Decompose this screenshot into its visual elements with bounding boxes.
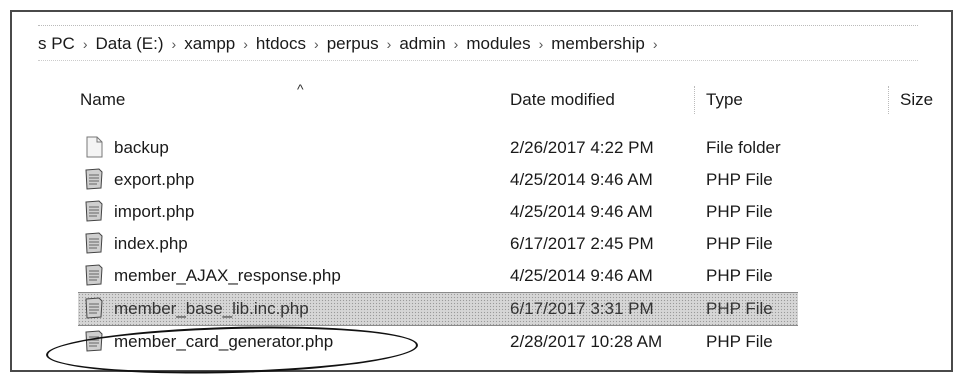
scan-dotted-line bbox=[38, 25, 918, 28]
breadcrumb-data-drive[interactable]: Data (E:) bbox=[96, 34, 164, 54]
breadcrumb-separator-icon[interactable]: › bbox=[170, 36, 179, 52]
breadcrumb-membership[interactable]: membership bbox=[551, 34, 645, 54]
file-type: PHP File bbox=[706, 299, 773, 318]
column-header-size[interactable]: Size bbox=[900, 90, 933, 110]
file-name: import.php bbox=[114, 202, 195, 221]
breadcrumb-separator-icon[interactable]: › bbox=[651, 36, 660, 52]
file-date: 4/25/2014 9:46 AM bbox=[510, 202, 653, 221]
file-type: PHP File bbox=[706, 202, 773, 221]
file-date: 6/17/2017 3:31 PM bbox=[510, 299, 654, 318]
breadcrumb-separator-icon[interactable]: › bbox=[385, 36, 394, 52]
php-file-icon bbox=[85, 168, 103, 190]
file-name: index.php bbox=[114, 234, 188, 253]
file-date: 2/28/2017 10:28 AM bbox=[510, 332, 663, 351]
file-type: File folder bbox=[706, 138, 781, 157]
column-header-type[interactable]: Type bbox=[706, 90, 743, 110]
file-name: member_AJAX_response.php bbox=[114, 266, 341, 285]
column-header-date-modified[interactable]: Date modified bbox=[510, 90, 615, 110]
php-file-icon bbox=[85, 200, 103, 222]
php-file-icon bbox=[85, 297, 103, 319]
file-type: PHP File bbox=[706, 266, 773, 285]
breadcrumb-separator-icon[interactable]: › bbox=[452, 36, 461, 52]
sort-ascending-icon: ^ bbox=[297, 81, 304, 97]
breadcrumb-htdocs[interactable]: htdocs bbox=[256, 34, 306, 54]
column-header-row: ^ Name Date modified Type Size bbox=[12, 81, 951, 118]
file-date: 4/25/2014 9:46 AM bbox=[510, 266, 653, 285]
breadcrumb-admin[interactable]: admin bbox=[399, 34, 445, 54]
file-row-index[interactable]: index.php 6/17/2017 2:45 PM PHP File bbox=[12, 228, 951, 260]
file-row-member-base-lib-selected[interactable]: member_base_lib.inc.php 6/17/2017 3:31 P… bbox=[78, 292, 798, 326]
file-name: backup bbox=[114, 138, 169, 157]
breadcrumb-separator-icon[interactable]: › bbox=[537, 36, 546, 52]
file-date: 2/26/2017 4:22 PM bbox=[510, 138, 654, 157]
blank-file-icon bbox=[86, 136, 103, 158]
file-type: PHP File bbox=[706, 332, 773, 351]
file-name: member_base_lib.inc.php bbox=[114, 299, 309, 318]
breadcrumb-this-pc[interactable]: s PC bbox=[38, 34, 75, 54]
file-row-member-ajax-response[interactable]: member_AJAX_response.php 4/25/2014 9:46 … bbox=[12, 260, 951, 292]
php-file-icon bbox=[85, 232, 103, 254]
breadcrumb-modules[interactable]: modules bbox=[466, 34, 530, 54]
file-type: PHP File bbox=[706, 234, 773, 253]
php-file-icon bbox=[85, 264, 103, 286]
column-header-name[interactable]: Name bbox=[80, 90, 125, 110]
column-divider[interactable] bbox=[694, 86, 696, 114]
file-date: 6/17/2017 2:45 PM bbox=[510, 234, 654, 253]
breadcrumb-separator-icon[interactable]: › bbox=[81, 36, 90, 52]
column-divider[interactable] bbox=[888, 86, 890, 114]
breadcrumb: s PC › Data (E:) › xampp › htdocs › perp… bbox=[38, 31, 659, 57]
file-date: 4/25/2014 9:46 AM bbox=[510, 170, 653, 189]
breadcrumb-perpus[interactable]: perpus bbox=[327, 34, 379, 54]
breadcrumb-xampp[interactable]: xampp bbox=[184, 34, 235, 54]
file-name: export.php bbox=[114, 170, 195, 189]
file-type: PHP File bbox=[706, 170, 773, 189]
file-row-backup[interactable]: backup 2/26/2017 4:22 PM File folder bbox=[12, 132, 951, 164]
breadcrumb-separator-icon[interactable]: › bbox=[241, 36, 250, 52]
file-row-export[interactable]: export.php 4/25/2014 9:46 AM PHP File bbox=[12, 164, 951, 196]
file-explorer-window: s PC › Data (E:) › xampp › htdocs › perp… bbox=[10, 10, 953, 372]
breadcrumb-separator-icon[interactable]: › bbox=[312, 36, 321, 52]
scan-dotted-line bbox=[38, 60, 918, 63]
file-row-import[interactable]: import.php 4/25/2014 9:46 AM PHP File bbox=[12, 196, 951, 228]
